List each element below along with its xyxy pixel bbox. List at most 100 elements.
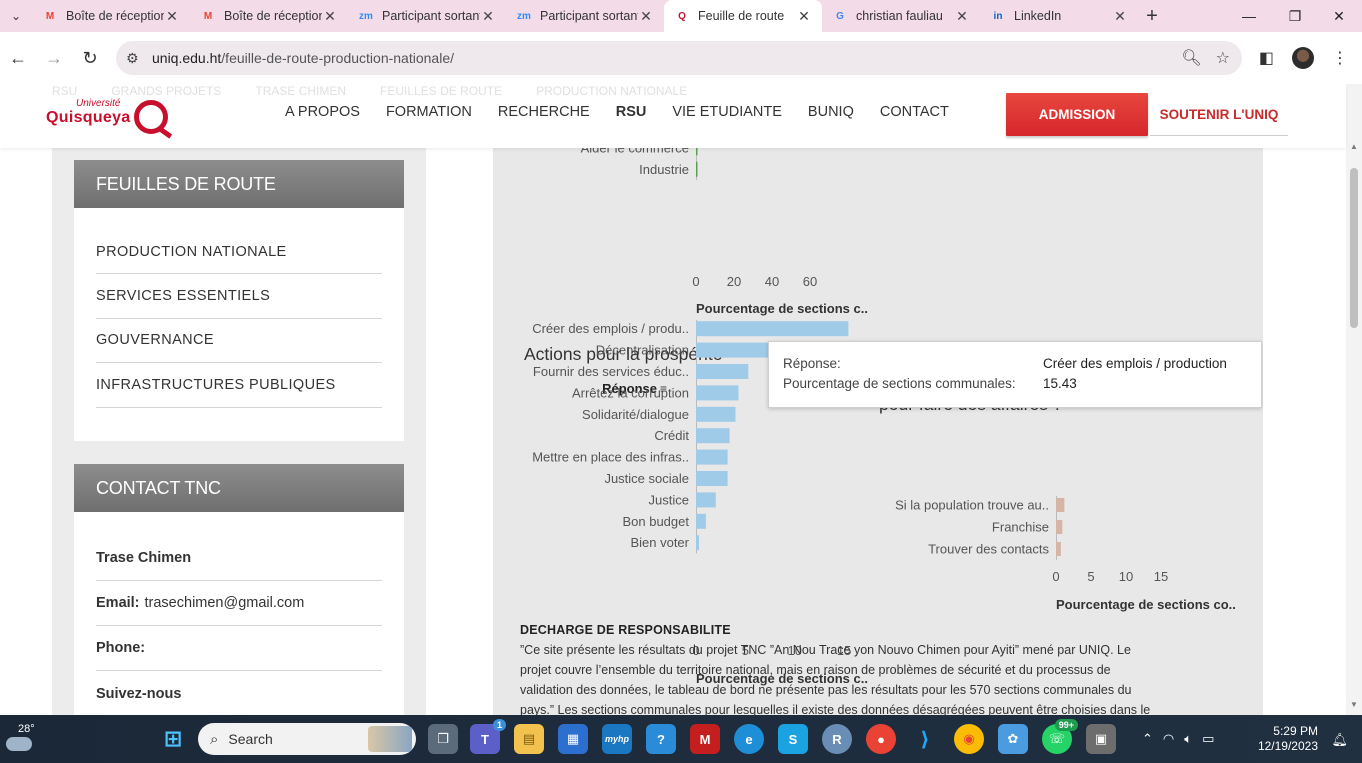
tab-close-icon[interactable]: ✕ [638,8,654,25]
mcafee-icon[interactable]: M [690,724,720,754]
soutenir-button[interactable]: SOUTENIR L'UNIQ [1150,93,1288,136]
more-menu-icon[interactable]: ⋮ [1332,48,1348,68]
breadcrumb-item[interactable]: PRODUCTION NATIONALE [536,84,687,100]
zoom-icon[interactable]: 🔍︎ [1181,48,1201,68]
chart-bar[interactable] [696,364,749,379]
myhp-icon[interactable]: myhp [602,724,632,754]
chart-bar[interactable] [696,492,716,508]
chart-bar[interactable] [1056,542,1061,556]
sidebar-roadmap-link[interactable]: GOUVERNANCE [96,319,382,363]
chart-bar[interactable] [696,321,849,337]
wifi-icon[interactable]: ◠ [1163,731,1174,747]
chart-bar[interactable] [696,471,728,486]
vscode-icon[interactable]: ⟩ [910,724,940,754]
chart-tick-label: 20 [727,274,741,289]
clipboard-app-icon[interactable]: ▣ [1086,724,1116,754]
nav-item-contact[interactable]: CONTACT [867,104,962,120]
browser-tab[interactable]: Q Feuille de route ✕ [664,0,822,32]
volume-icon[interactable]: 🔈︎ [1184,731,1192,747]
dashboard-panel: Aider le commerce Industrie 0 20 40 60 Pourcen… [493,148,1263,715]
tab-search-button[interactable]: ⌄ [0,0,32,32]
photos-icon[interactable]: ✿ [998,724,1028,754]
tab-close-icon[interactable]: ✕ [954,8,970,25]
minimize-button[interactable]: — [1226,0,1272,32]
chart-bar[interactable] [696,428,730,444]
store-icon[interactable]: ▦ [558,724,588,754]
close-window-button[interactable]: ✕ [1316,0,1362,32]
help-icon[interactable]: ? [646,724,676,754]
edge-icon[interactable]: e [734,724,764,754]
chart-bar[interactable] [696,449,728,465]
tab-title: Participant sortant [540,9,638,23]
follow-us: Suivez-nous [96,685,182,702]
browser-tab[interactable]: Gchristian fauliau ✕ [822,0,980,32]
tab-close-icon[interactable]: ✕ [796,8,812,25]
chart-bar[interactable] [1056,498,1065,512]
notifications-icon[interactable]: 🔔︎ [1331,732,1348,748]
back-button[interactable]: ← [0,40,36,76]
chart-bar[interactable] [696,513,706,529]
uniq-logo[interactable]: Université Quisqueya [46,98,170,138]
browser-tab[interactable]: zm Participant sortant ✕ [506,0,664,32]
r-icon[interactable]: R [822,724,852,754]
tab-close-icon[interactable]: ✕ [164,8,180,25]
bookmark-star-icon[interactable]: ☆ [1216,48,1230,68]
admission-button[interactable]: ADMISSION [1006,93,1148,136]
chart-category-label: Fournir des services éduc.. [533,364,689,379]
teams-icon[interactable]: T1 [470,719,506,754]
browser-tab[interactable]: M Boîte de réception ✕ [32,0,190,32]
chrome-profile-icon[interactable]: ● [866,724,896,754]
nav-item-rsu[interactable]: RSU [603,104,660,120]
taskbar-search[interactable]: ⌕ Search [198,723,416,755]
scroll-down-arrow[interactable]: ▼ [1346,700,1362,709]
taskbar-clock[interactable]: 5:29 PM 12/19/2023 [1258,724,1318,754]
nav-item-buniq[interactable]: BUNIQ [795,104,867,120]
chart-bar[interactable] [696,385,739,401]
reload-button[interactable]: ↻ [72,40,108,76]
file-explorer-icon[interactable]: ▤ [514,724,544,754]
nav-item-a-propos[interactable]: A PROPOS [272,104,373,120]
scrollbar-thumb[interactable] [1350,168,1358,328]
site-info-icon[interactable]: ⚙ [126,50,146,67]
chart-bar[interactable] [696,161,698,177]
page-scrollbar[interactable]: ▲ ▼ [1346,84,1362,715]
sidebar-roadmap-link[interactable]: SERVICES ESSENTIELS [96,274,382,319]
tab-close-icon[interactable]: ✕ [1112,8,1128,25]
browser-tab[interactable]: zm Participant sortant ✕ [348,0,506,32]
side-panel-icon[interactable]: ◧ [1259,48,1274,68]
tray-overflow-icon[interactable]: ⌃ [1142,731,1153,747]
tab-close-icon[interactable]: ✕ [480,8,496,25]
new-tab-button[interactable]: + [1138,5,1166,28]
search-placeholder: Search [228,731,273,747]
browser-tab[interactable]: in LinkedIn ✕ [980,0,1138,32]
sidebar-roadmap-link[interactable]: PRODUCTION NATIONALE [96,230,382,274]
browser-tab[interactable]: M Boîte de réception ✕ [190,0,348,32]
tooltip-value-percent: 15.43 [1043,376,1077,391]
linkedin-icon: in [993,10,1003,22]
url-bar[interactable]: ⚙ uniq.edu.ht/feuille-de-route-productio… [116,41,1242,75]
nav-item-recherche[interactable]: RECHERCHE [485,104,603,120]
email-link[interactable]: trasechimen@gmail.com [145,595,305,611]
chart-bar[interactable] [696,406,736,422]
windows-start-icon[interactable]: ⊞ [158,724,188,754]
sidebar-roadmap-link[interactable]: INFRASTRUCTURES PUBLIQUES [96,363,382,408]
tab-close-icon[interactable]: ✕ [322,8,338,25]
scroll-up-arrow[interactable]: ▲ [1346,142,1362,151]
skype-icon[interactable]: S [778,724,808,754]
forward-button[interactable]: → [36,40,72,76]
breadcrumb-item[interactable]: FEUILLES DE ROUTE [380,84,502,100]
battery-icon[interactable]: ▭ [1202,731,1214,747]
profile-avatar[interactable] [1292,47,1314,69]
nav-item-vie-etudiante[interactable]: VIE ETUDIANTE [659,104,795,120]
chart-category-label: Justice sociale [604,471,689,486]
chart-bar[interactable] [696,148,698,156]
weather-widget[interactable]: 28° [6,721,46,757]
breadcrumb-item[interactable]: TRASE CHIMEN [255,84,346,100]
chrome-icon[interactable]: ◉ [954,724,984,754]
chart-bar[interactable] [1056,520,1063,534]
nav-item-formation[interactable]: FORMATION [373,104,485,120]
whatsapp-icon[interactable]: ☏ 99+ [1042,719,1078,754]
chart-bar[interactable] [696,535,699,551]
restore-button[interactable]: ❐ [1272,0,1318,32]
task-view-icon[interactable]: ❐ [428,724,458,754]
